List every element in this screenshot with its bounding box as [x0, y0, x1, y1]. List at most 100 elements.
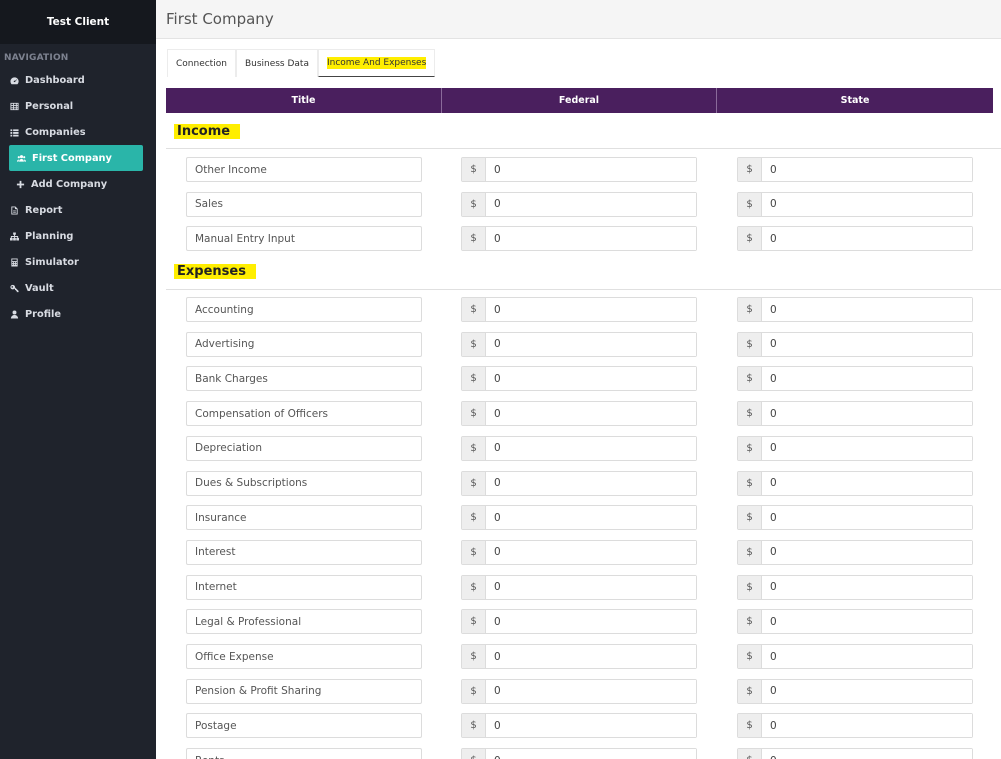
- federal-amount-input[interactable]: [486, 192, 696, 216]
- federal-amount-input[interactable]: [486, 610, 696, 634]
- sidebar-item-first-company[interactable]: First Company: [9, 145, 143, 171]
- state-amount-input[interactable]: [762, 575, 972, 599]
- row-title-field[interactable]: Rents: [186, 748, 422, 759]
- user-icon: [10, 310, 19, 319]
- federal-amount-group: $: [461, 539, 697, 565]
- row-title-field[interactable]: Postage: [186, 713, 422, 739]
- dollar-addon: $: [462, 575, 486, 599]
- sidebar-item-vault[interactable]: Vault: [0, 275, 156, 301]
- sidebar-item-dashboard[interactable]: Dashboard: [0, 67, 156, 93]
- state-amount-input[interactable]: [762, 749, 972, 759]
- dollar-addon: $: [738, 367, 762, 391]
- row-title-field[interactable]: Pension & Profit Sharing: [186, 678, 422, 704]
- row-title-field[interactable]: Other Income: [186, 157, 422, 182]
- row-title-field[interactable]: Insurance: [186, 505, 422, 531]
- state-amount-input[interactable]: [762, 645, 972, 668]
- state-amount-input[interactable]: [762, 367, 972, 391]
- row-title-field[interactable]: Bank Charges: [186, 366, 422, 392]
- federal-amount-input[interactable]: [486, 575, 696, 599]
- row-title: Office Expense: [195, 650, 274, 663]
- users-icon: [17, 154, 26, 163]
- state-amount-input[interactable]: [762, 436, 972, 460]
- state-amount-input[interactable]: [762, 298, 972, 321]
- federal-amount-group: $: [461, 713, 697, 739]
- row-title-field[interactable]: Compensation of Officers: [186, 401, 422, 427]
- row-title-field[interactable]: Internet: [186, 574, 422, 600]
- sidebar-item-companies[interactable]: Companies: [0, 119, 156, 145]
- row-title-field[interactable]: Accounting: [186, 297, 422, 322]
- page-header: First Company: [156, 0, 1001, 39]
- federal-amount-group: $: [461, 401, 697, 427]
- sidebar-item-label: Add Company: [31, 178, 108, 190]
- federal-amount-input[interactable]: [486, 227, 696, 251]
- row-title-field[interactable]: Interest: [186, 539, 422, 565]
- table-row: Insurance $ $: [156, 505, 1001, 531]
- table-row: Other Income $ $: [156, 157, 1001, 182]
- state-amount-input[interactable]: [762, 506, 972, 530]
- row-title-field[interactable]: Dues & Subscriptions: [186, 470, 422, 496]
- income-heading: Income: [174, 124, 241, 139]
- sidebar-item-add-company[interactable]: Add Company: [0, 171, 156, 197]
- state-amount-input[interactable]: [762, 714, 972, 738]
- federal-amount-input[interactable]: [486, 506, 696, 530]
- dollar-addon: $: [462, 471, 486, 495]
- state-amount-input[interactable]: [762, 540, 972, 564]
- dollar-addon: $: [738, 332, 762, 356]
- page-title: First Company: [166, 10, 274, 28]
- row-title-field[interactable]: Manual Entry Input: [186, 226, 422, 252]
- sidebar-item-label: Simulator: [25, 256, 79, 268]
- row-title: Accounting: [195, 303, 254, 316]
- federal-amount-input[interactable]: [486, 367, 696, 391]
- state-amount-input[interactable]: [762, 679, 972, 703]
- sidebar-item-report[interactable]: Report: [0, 197, 156, 223]
- state-amount-input[interactable]: [762, 332, 972, 356]
- state-amount-input[interactable]: [762, 158, 972, 181]
- federal-amount-input[interactable]: [486, 714, 696, 738]
- client-name: Test Client: [46, 16, 110, 28]
- row-title: Sales: [195, 198, 223, 211]
- sidebar-item-profile[interactable]: Profile: [0, 301, 156, 327]
- tab-label: Business Data: [244, 58, 309, 69]
- state-amount-input[interactable]: [762, 471, 972, 495]
- sidebar-item-label: Planning: [25, 230, 74, 242]
- dashboard-icon: [10, 76, 19, 85]
- row-title: Advertising: [195, 338, 255, 351]
- federal-amount-input[interactable]: [486, 298, 696, 321]
- row-title-field[interactable]: Advertising: [186, 331, 422, 357]
- tab-connection[interactable]: Connection: [167, 49, 236, 77]
- federal-amount-input[interactable]: [486, 471, 696, 495]
- income-divider: [166, 148, 1001, 149]
- sidebar-item-personal[interactable]: Personal: [0, 93, 156, 119]
- federal-amount-group: $: [461, 678, 697, 704]
- federal-amount-input[interactable]: [486, 402, 696, 426]
- state-amount-input[interactable]: [762, 402, 972, 426]
- federal-amount-input[interactable]: [486, 158, 696, 181]
- federal-amount-input[interactable]: [486, 679, 696, 703]
- federal-amount-input[interactable]: [486, 332, 696, 356]
- table-row: Pension & Profit Sharing $ $: [156, 678, 1001, 704]
- federal-amount-input[interactable]: [486, 645, 696, 668]
- state-amount-input[interactable]: [762, 610, 972, 634]
- sidebar-item-simulator[interactable]: Simulator: [0, 249, 156, 275]
- state-amount-input[interactable]: [762, 227, 972, 251]
- dollar-addon: $: [738, 192, 762, 216]
- federal-amount-input[interactable]: [486, 749, 696, 759]
- federal-amount-input[interactable]: [486, 540, 696, 564]
- tab-business-data[interactable]: Business Data: [235, 49, 318, 77]
- row-title-field[interactable]: Sales: [186, 191, 422, 217]
- row-title-field[interactable]: Office Expense: [186, 644, 422, 669]
- federal-amount-input[interactable]: [486, 436, 696, 460]
- federal-amount-group: $: [461, 366, 697, 392]
- tab-income-and-expenses[interactable]: Income And Expenses: [317, 49, 436, 77]
- sidebar-item-label: Companies: [25, 126, 86, 138]
- federal-amount-group: $: [461, 748, 697, 759]
- row-title-field[interactable]: Legal & Professional: [186, 609, 422, 635]
- sidebar-item-label: First Company: [32, 152, 112, 164]
- state-amount-input[interactable]: [762, 192, 972, 216]
- row-title-field[interactable]: Depreciation: [186, 435, 422, 461]
- dollar-addon: $: [738, 298, 762, 321]
- state-amount-group: $: [737, 366, 973, 392]
- sidebar-item-planning[interactable]: Planning: [0, 223, 156, 249]
- state-amount-group: $: [737, 644, 973, 669]
- state-amount-group: $: [737, 678, 973, 704]
